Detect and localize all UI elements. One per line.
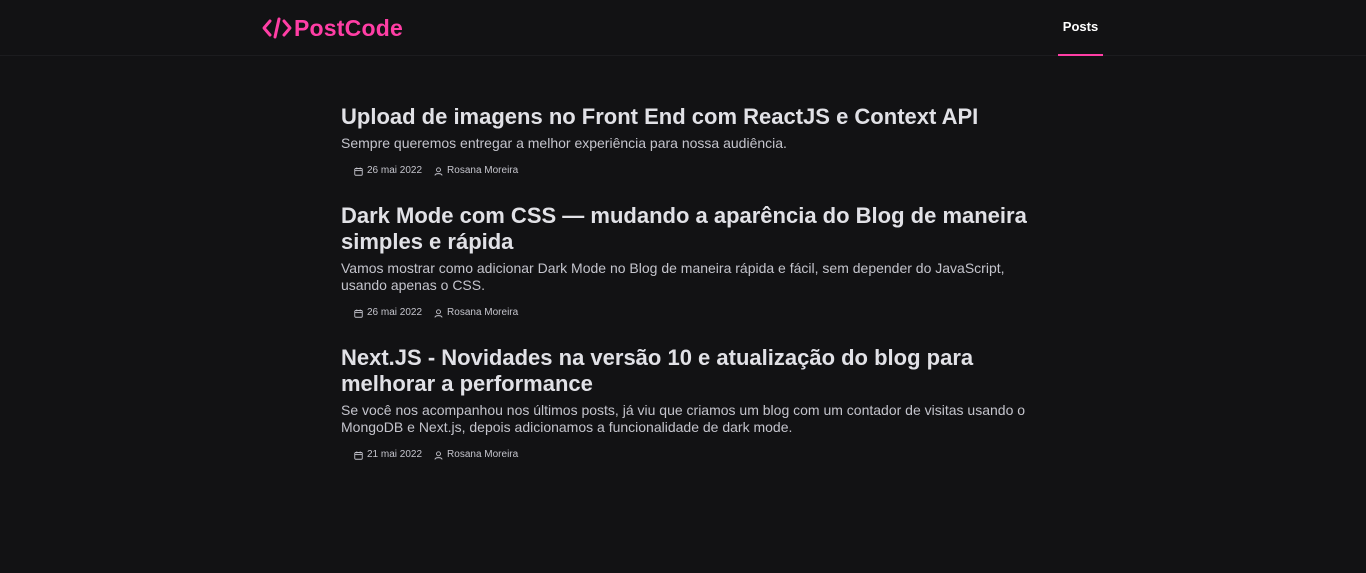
post-date-text: 26 mai 2022	[367, 307, 423, 318]
post-author: Rosana Moreira	[434, 307, 518, 319]
posts-list: Upload de imagens no Front End com React…	[341, 104, 1031, 461]
user-icon	[434, 308, 443, 318]
calendar-icon	[354, 451, 363, 460]
post-date: 21 mai 2022	[354, 449, 422, 461]
nav-item-posts[interactable]: Posts	[1058, 0, 1103, 56]
post-title: Next.JS - Novidades na versão 10 e atual…	[341, 345, 974, 396]
post-author: Rosana Moreira	[434, 449, 518, 461]
user-icon	[434, 450, 443, 460]
code-brackets-icon	[262, 16, 292, 40]
calendar-icon	[354, 309, 363, 318]
post-author-text: Rosana Moreira	[447, 449, 519, 460]
post-meta: 26 mai 2022 Rosana Moreira	[341, 307, 1031, 319]
post-date-text: 26 mai 2022	[367, 165, 423, 176]
logo-text: PostCode	[294, 14, 403, 41]
logo-link[interactable]: PostCode	[262, 12, 403, 44]
post-author-text: Rosana Moreira	[447, 165, 519, 176]
post-date: 26 mai 2022	[354, 307, 422, 319]
post-excerpt: Vamos mostrar como adicionar Dark Mode n…	[341, 260, 1005, 293]
post-author: Rosana Moreira	[434, 165, 518, 177]
calendar-icon	[354, 167, 363, 176]
post-item[interactable]: Next.JS - Novidades na versão 10 e atual…	[341, 345, 1031, 461]
post-title: Upload de imagens no Front End com React…	[341, 104, 979, 129]
post-meta: 26 mai 2022 Rosana Moreira	[341, 165, 1031, 177]
post-excerpt: Se você nos acompanhou nos últimos posts…	[341, 402, 1026, 435]
post-date: 26 mai 2022	[354, 165, 422, 177]
post-item[interactable]: Dark Mode com CSS — mudando a aparência …	[341, 203, 1031, 319]
site-header: PostCode Posts	[0, 0, 1366, 56]
post-date-text: 21 mai 2022	[367, 449, 423, 460]
user-icon	[434, 166, 443, 176]
post-excerpt: Sempre queremos entregar a melhor experi…	[341, 135, 787, 151]
post-author-text: Rosana Moreira	[447, 307, 519, 318]
main-nav: Posts	[1058, 0, 1103, 56]
post-item[interactable]: Upload de imagens no Front End com React…	[341, 104, 1031, 177]
post-title: Dark Mode com CSS — mudando a aparência …	[341, 203, 1027, 254]
post-meta: 21 mai 2022 Rosana Moreira	[341, 449, 1031, 461]
